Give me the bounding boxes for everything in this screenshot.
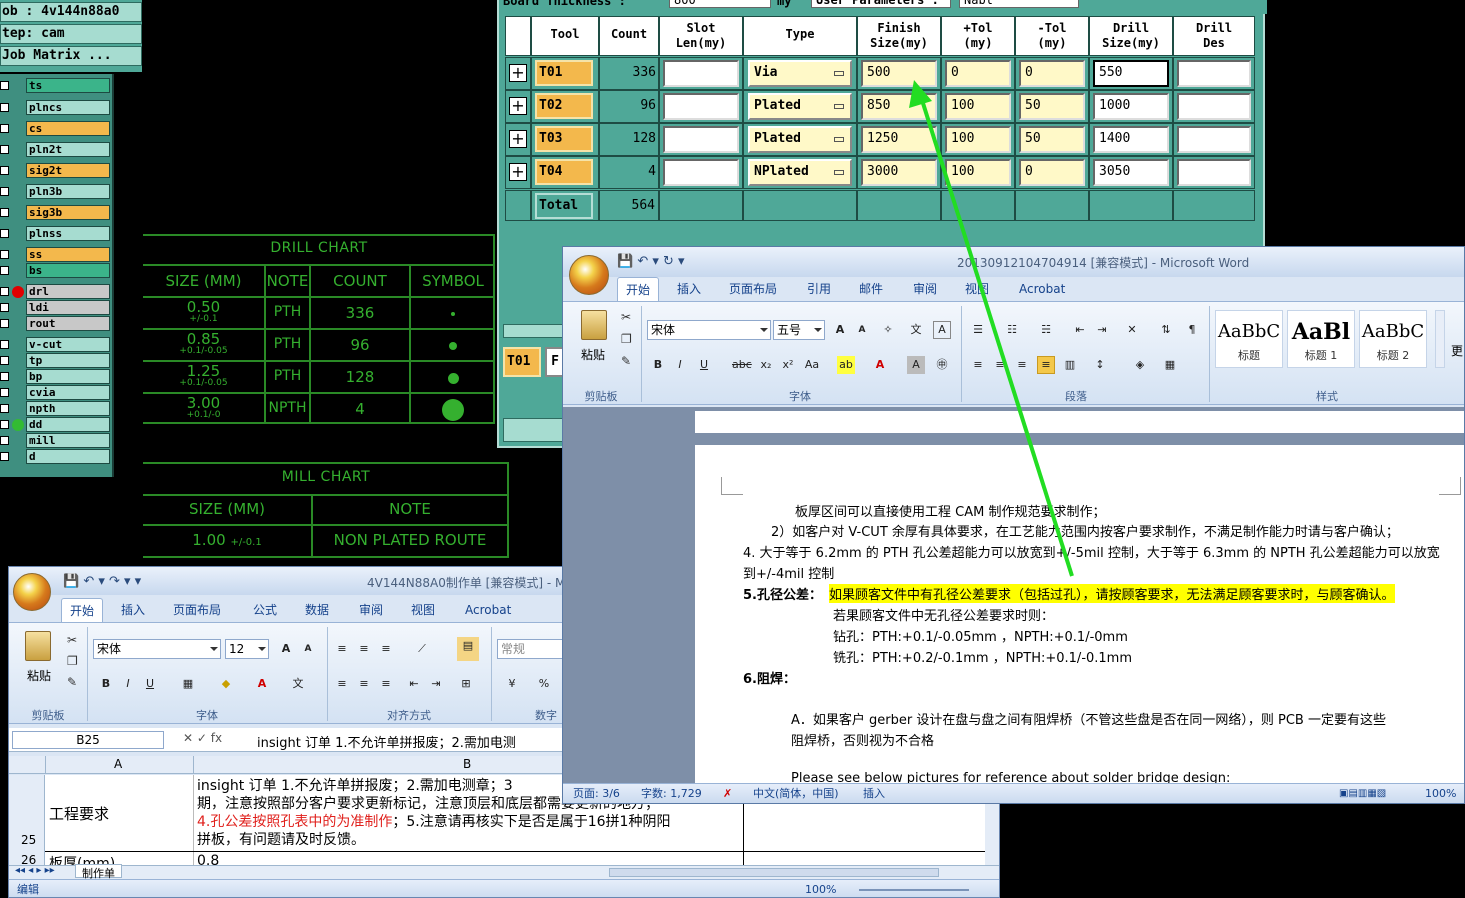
annotation-arrow: [909, 80, 1074, 577]
annotation-arrow-line: [920, 99, 1074, 577]
annotation-arrow-head: [909, 80, 932, 108]
